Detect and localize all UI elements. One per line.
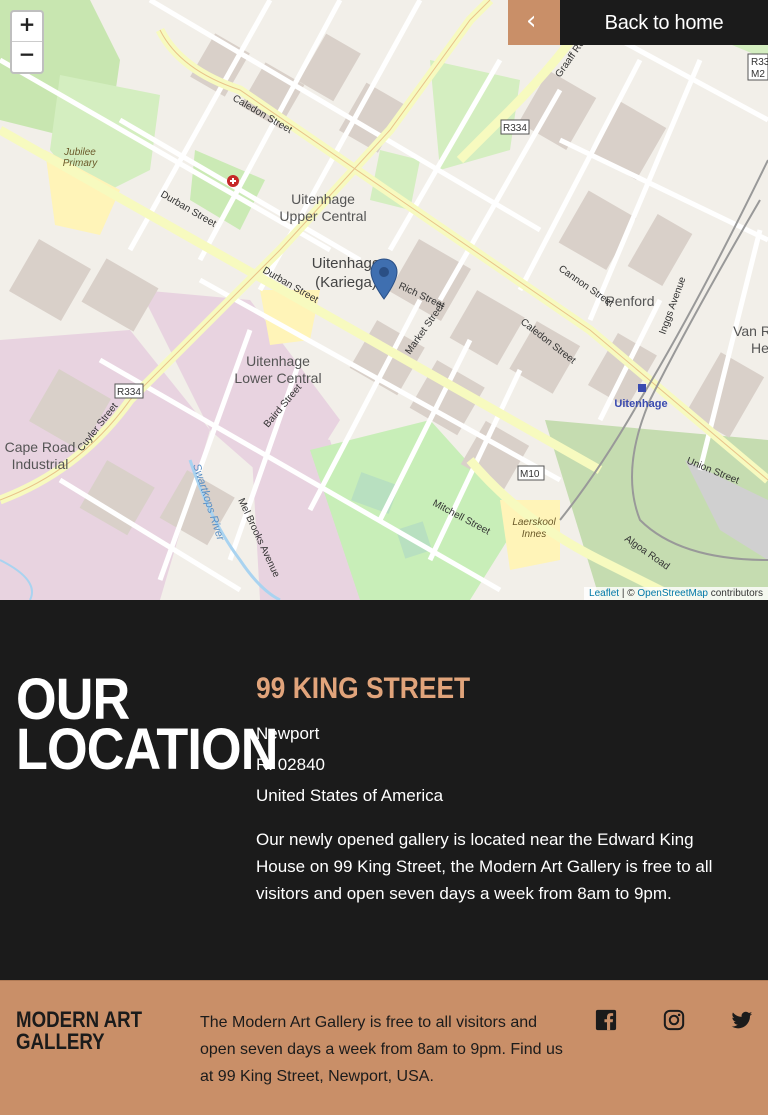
back-to-home-button[interactable]: Back to home bbox=[560, 0, 768, 45]
location-section: OUR LOCATION 99 KING STREET Newport RI 0… bbox=[0, 600, 768, 980]
address-country: United States of America bbox=[256, 786, 444, 805]
label-kariega: (Kariega) bbox=[315, 274, 377, 291]
label-uitenhage-lower: Uitenhage bbox=[246, 353, 310, 369]
shield-m2: M2 bbox=[751, 69, 765, 80]
zoom-out-button[interactable]: − bbox=[12, 42, 42, 72]
label-cape-road: Cape Road bbox=[5, 439, 76, 455]
zoom-control: + − bbox=[10, 10, 44, 74]
location-description: Our newly opened gallery is located near… bbox=[256, 830, 713, 903]
address-city: Newport bbox=[256, 724, 320, 743]
address-heading: 99 KING STREET bbox=[256, 672, 471, 705]
label-van-r: Van R bbox=[733, 323, 768, 339]
label-innes: Innes bbox=[522, 529, 546, 540]
leaflet-link[interactable]: Leaflet bbox=[589, 588, 619, 599]
facebook-icon[interactable] bbox=[595, 1009, 617, 1031]
shield-r334-b: R334 bbox=[117, 387, 141, 398]
footer-brand[interactable]: MODERN ART GALLERY bbox=[16, 1009, 142, 1053]
location-title: OUR LOCATION bbox=[16, 671, 278, 782]
label-uitenhage-station: Uitenhage bbox=[614, 398, 667, 410]
label-laerskool: Laerskool bbox=[512, 517, 556, 528]
label-jubilee: Jubilee bbox=[63, 147, 96, 158]
chevron-left-icon: ‹ bbox=[526, 6, 537, 36]
label-industrial: Industrial bbox=[12, 456, 69, 472]
station-icon bbox=[638, 384, 646, 392]
map-attribution: Leaflet | © OpenStreetMap contributors bbox=[584, 587, 768, 600]
brand-line2: GALLERY bbox=[16, 1029, 105, 1054]
label-he: He bbox=[751, 340, 768, 356]
location-marker-icon[interactable] bbox=[370, 258, 398, 304]
label-uitenhage-upper: Uitenhage bbox=[291, 191, 355, 207]
location-title-line2: LOCATION bbox=[16, 717, 278, 782]
address-postcode: RI 02840 bbox=[256, 755, 325, 774]
osm-link[interactable]: OpenStreetMap bbox=[637, 588, 708, 599]
brand-line1: MODERN ART bbox=[16, 1007, 143, 1032]
footer: MODERN ART GALLERY The Modern Art Galler… bbox=[0, 980, 768, 1115]
shield-m10: M10 bbox=[520, 469, 540, 480]
shield-r334-a: R334 bbox=[503, 123, 527, 134]
instagram-icon[interactable] bbox=[663, 1009, 685, 1031]
map[interactable]: R334 R334 M10 R33 M2 Uitenhage Upper Cen… bbox=[0, 0, 768, 600]
zoom-in-button[interactable]: + bbox=[12, 12, 42, 42]
footer-description: The Modern Art Gallery is free to all vi… bbox=[200, 1014, 563, 1085]
shield-r33: R33 bbox=[751, 57, 768, 68]
back-arrow-button[interactable]: ‹ bbox=[508, 0, 560, 45]
label-primary: Primary bbox=[63, 158, 98, 169]
label-lower-central: Lower Central bbox=[234, 370, 321, 386]
attribution-contributors: contributors bbox=[707, 588, 763, 599]
label-upper-central: Upper Central bbox=[279, 208, 366, 224]
attribution-separator: | © bbox=[619, 588, 638, 599]
twitter-icon[interactable] bbox=[731, 1009, 753, 1031]
